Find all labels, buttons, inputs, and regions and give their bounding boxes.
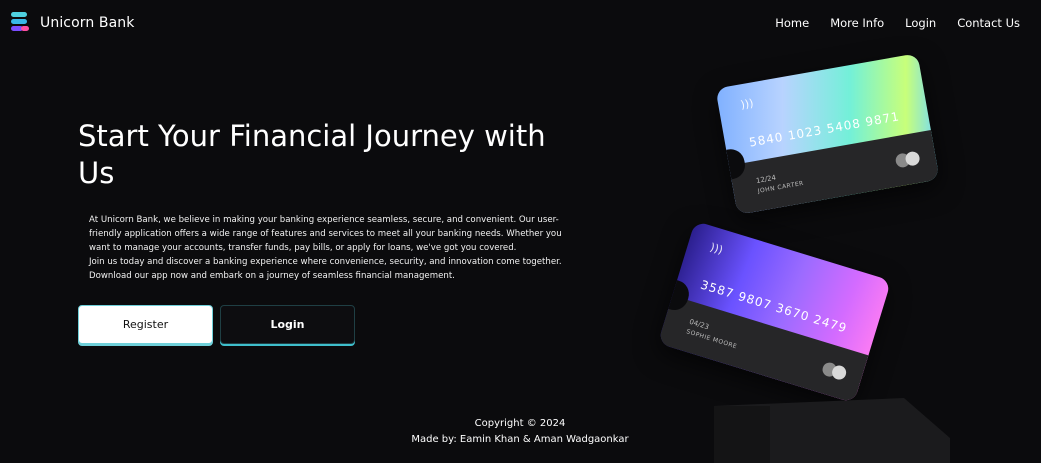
hero-paragraph-2: Join us today and discover a banking exp… xyxy=(89,257,562,267)
contactless-icon: ))) xyxy=(708,240,725,257)
hero-title: Start Your Financial Journey with Us xyxy=(78,119,546,190)
navbar: Unicorn Bank Home More Info Login Contac… xyxy=(0,0,1041,46)
register-button[interactable]: Register xyxy=(78,305,213,344)
login-button[interactable]: Login xyxy=(220,305,355,344)
footer: Copyright © 2024 Made by: Eamin Khan & A… xyxy=(380,416,660,448)
contactless-icon: ))) xyxy=(739,96,755,112)
nav-more-info[interactable]: More Info xyxy=(830,16,884,30)
nav-home[interactable]: Home xyxy=(775,16,809,30)
credit-card-2: ))) 3587 9807 3670 2479 04/23 SOPHIE MOO… xyxy=(657,220,892,404)
made-by-text: Made by: Eamin Khan & Aman Wadgaonkar xyxy=(411,434,629,445)
nav-contact-us[interactable]: Contact Us xyxy=(957,16,1020,30)
hero-paragraph-1: At Unicorn Bank, we believe in making yo… xyxy=(89,215,562,253)
hero-description: At Unicorn Bank, we believe in making yo… xyxy=(89,213,575,283)
stacked-layers-icon xyxy=(11,12,31,34)
nav-login[interactable]: Login xyxy=(905,16,936,30)
copyright-text: Copyright © 2024 xyxy=(474,418,566,429)
decorative-box-front xyxy=(714,406,770,463)
card-bottom-panel xyxy=(657,295,869,404)
credit-card-1: ))) 5840 1023 5408 9871 12/24 JOHN CARTE… xyxy=(715,53,940,215)
nav-links: Home More Info Login Contact Us xyxy=(775,16,1020,30)
brand-name: Unicorn Bank xyxy=(40,15,135,31)
brand-logo[interactable]: Unicorn Bank xyxy=(11,12,134,34)
hero-paragraph-3: Download our app now and embark on a jou… xyxy=(89,271,455,281)
